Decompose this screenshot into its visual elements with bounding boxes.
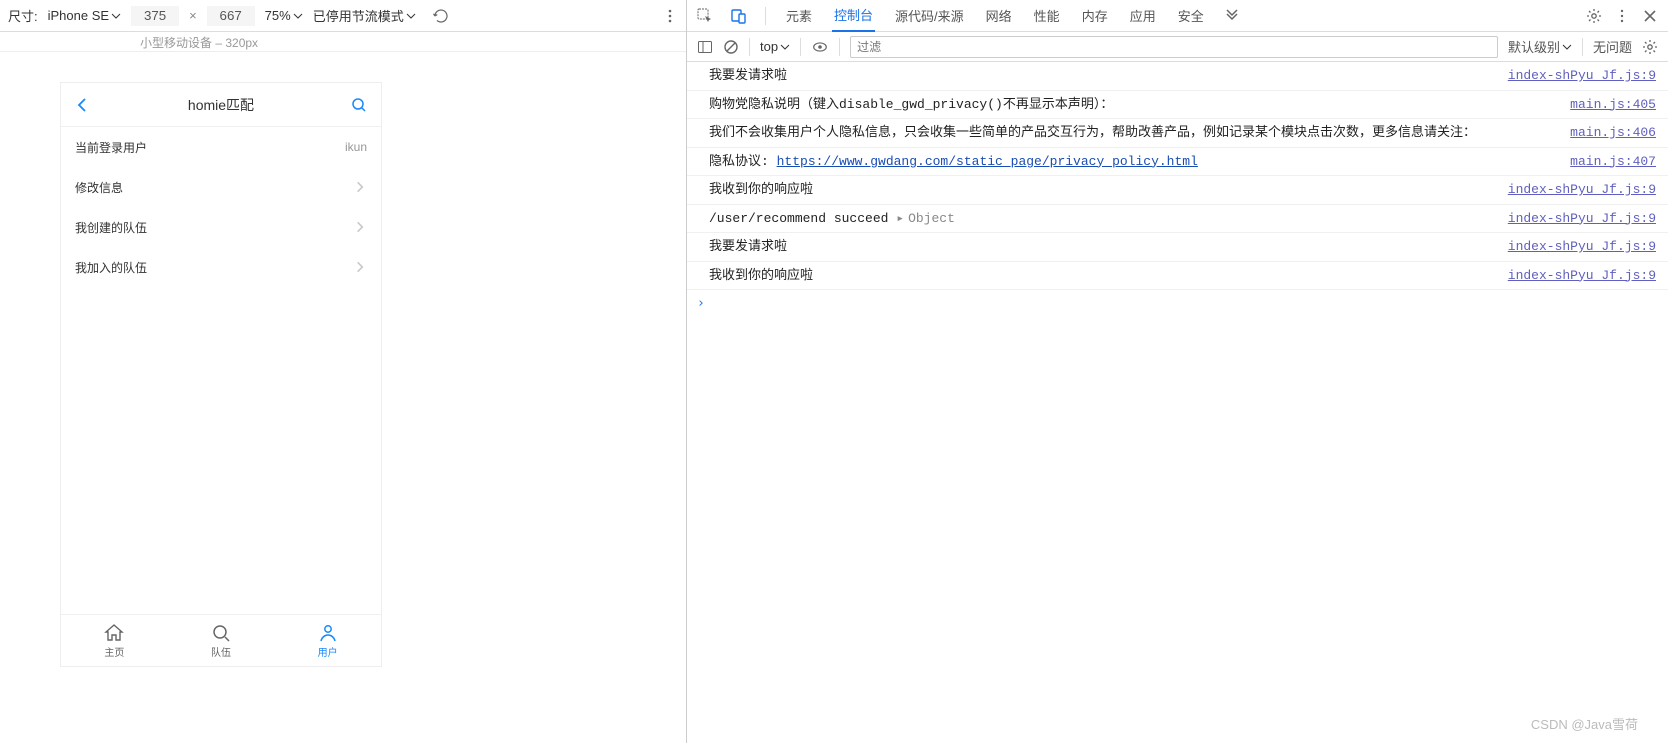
source-link[interactable]: index-shPyu_Jf.js:9 [1508,180,1656,200]
clear-console-icon[interactable] [723,39,739,55]
chevron-down-icon [293,11,303,21]
cell-label: 我加入的队伍 [75,259,147,276]
console-row: 隐私协议: https://www.gwdang.com/static_page… [687,148,1668,177]
zoom-select[interactable]: 75% [265,8,303,23]
console-row: 我们不会收集用户个人隐私信息，只会收集一些简单的产品交互行为，帮助改善产品，例如… [687,119,1668,148]
search-icon [211,623,231,643]
list-item[interactable]: 我创建的队伍 [61,207,381,247]
devtools-tab[interactable]: 源代码/来源 [893,0,966,32]
devtools-tab[interactable]: 安全 [1176,0,1206,32]
tab-home[interactable]: 主页 [61,615,168,666]
user-icon [318,623,338,643]
console-message: 我要发请求啦 [709,237,1508,257]
chevron-down-icon [1562,42,1572,52]
console-toolbar: top 默认级别 无问题 [687,32,1668,62]
list-item[interactable]: 修改信息 [61,167,381,207]
height-input[interactable] [207,6,255,26]
issues-label[interactable]: 无问题 [1593,37,1632,56]
source-link[interactable]: index-shPyu_Jf.js:9 [1508,237,1656,257]
devtools-tab[interactable]: 元素 [784,0,814,32]
live-expression-icon[interactable] [811,38,829,56]
close-icon[interactable] [1642,8,1658,24]
console-message: /user/recommend succeed ▸Object [709,209,1508,229]
console-message: 我们不会收集用户个人隐私信息，只会收集一些简单的产品交互行为，帮助改善产品，例如… [709,123,1570,143]
source-link[interactable]: index-shPyu_Jf.js:9 [1508,66,1656,86]
console-body: 我要发请求啦index-shPyu_Jf.js:9购物党隐私说明（键入disab… [687,62,1668,743]
back-icon[interactable] [75,97,91,113]
dimension-x: × [189,8,197,23]
device-mode-icon[interactable] [731,8,747,24]
list-item[interactable]: 我加入的队伍 [61,247,381,287]
console-message: 我收到你的响应啦 [709,180,1508,200]
level-select[interactable]: 默认级别 [1508,37,1572,56]
size-label: 尺寸: [8,6,38,25]
console-message: 隐私协议: https://www.gwdang.com/static_page… [709,152,1570,172]
more-icon[interactable] [662,8,678,24]
devtools-tab[interactable]: 控制台 [832,0,875,32]
cell-label: 我创建的队伍 [75,219,147,236]
search-icon[interactable] [351,97,367,113]
console-row: 我收到你的响应啦index-shPyu_Jf.js:9 [687,176,1668,205]
tab-team[interactable]: 队伍 [168,615,275,666]
page-title: homie匹配 [188,95,254,115]
console-message: 我收到你的响应啦 [709,266,1508,286]
watermark: CSDN @Java雪荷 [1531,714,1638,733]
devtools-tab[interactable]: 应用 [1128,0,1158,32]
sidebar-toggle-icon[interactable] [697,39,713,55]
chevron-right-icon [353,180,367,194]
cell-label: 修改信息 [75,179,123,196]
devtools-tab[interactable]: 网络 [984,0,1014,32]
device-frame: homie匹配 当前登录用户 ikun 修改信息我创建的队伍我加入的队伍 主页 队伍 用… [60,82,382,667]
cell-value: ikun [345,140,367,154]
inspect-icon[interactable] [697,8,713,24]
tab-user[interactable]: 用户 [274,615,381,666]
console-row: /user/recommend succeed ▸Objectindex-shP… [687,205,1668,234]
cell-label: 当前登录用户 [75,139,147,156]
source-link[interactable]: main.js:405 [1570,95,1656,115]
throttle-select[interactable]: 已停用节流模式 [313,6,416,25]
console-row: 购物党隐私说明（键入disable_gwd_privacy()不再显示本声明）：… [687,91,1668,120]
tab-label: 用户 [318,644,338,659]
settings-icon[interactable] [1586,8,1602,24]
rotate-icon[interactable] [432,7,450,25]
context-select[interactable]: top [760,39,790,54]
tab-label: 主页 [104,644,124,659]
device-toolbar: 尺寸: iPhone SE × 75% 已停用节流模式 [0,0,686,32]
chevron-right-icon [353,260,367,274]
console-link[interactable]: https://www.gwdang.com/static_page/priva… [777,154,1198,169]
ruler: 小型移动设备 – 320px [0,32,686,52]
source-link[interactable]: index-shPyu_Jf.js:9 [1508,266,1656,286]
device-select[interactable]: iPhone SE [48,8,121,23]
more-tabs-icon[interactable] [1224,8,1240,24]
list-item: 当前登录用户 ikun [61,127,381,167]
console-message: 购物党隐私说明（键入disable_gwd_privacy()不再显示本声明）： [709,95,1570,115]
console-settings-icon[interactable] [1642,39,1658,55]
console-row: 我收到你的响应啦index-shPyu_Jf.js:9 [687,262,1668,291]
devtools-tabs: 元素控制台源代码/来源网络性能内存应用安全 [687,0,1668,32]
source-link[interactable]: index-shPyu_Jf.js:9 [1508,209,1656,229]
viewport: homie匹配 当前登录用户 ikun 修改信息我创建的队伍我加入的队伍 主页 队伍 用… [0,52,686,743]
app-header: homie匹配 [61,83,381,127]
devtools-tab[interactable]: 性能 [1032,0,1062,32]
tab-label: 队伍 [211,644,231,659]
chevron-right-icon [353,220,367,234]
chevron-down-icon [406,11,416,21]
filter-input[interactable] [850,36,1498,58]
ruler-label: 小型移动设备 – 320px [140,34,258,51]
expand-arrow-icon[interactable]: ▸ [896,211,904,226]
console-message: 我要发请求啦 [709,66,1508,86]
tabbar: 主页 队伍 用户 [61,614,381,666]
source-link[interactable]: main.js:407 [1570,152,1656,172]
devtools-tab[interactable]: 内存 [1080,0,1110,32]
more-icon[interactable] [1614,8,1630,24]
console-row: 我要发请求啦index-shPyu_Jf.js:9 [687,233,1668,262]
console-prompt[interactable]: › [687,290,1668,317]
chevron-down-icon [111,11,121,21]
console-row: 我要发请求啦index-shPyu_Jf.js:9 [687,62,1668,91]
chevron-down-icon [780,42,790,52]
source-link[interactable]: main.js:406 [1570,123,1656,143]
home-icon [104,623,124,643]
width-input[interactable] [131,6,179,26]
